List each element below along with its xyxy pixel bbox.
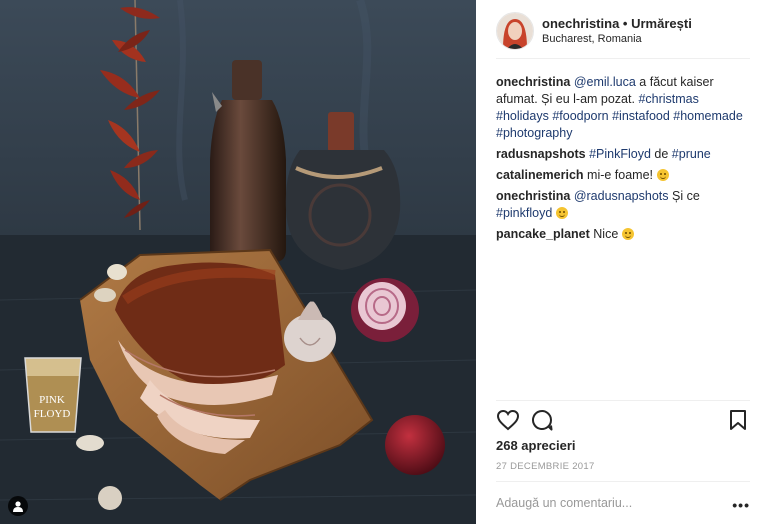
mention-link[interactable]: @emil.luca <box>574 75 636 89</box>
save-button[interactable] <box>726 408 750 432</box>
add-comment-input[interactable]: Adaugă un comentariu... <box>496 496 632 510</box>
action-bar <box>496 408 750 434</box>
hashtag-link[interactable]: #photography <box>496 126 572 140</box>
comment-item: onechristina @radusnapshots Și ce #pinkf… <box>496 188 750 222</box>
hashtag-link[interactable]: #holidays <box>496 109 549 123</box>
separator-dot: • <box>622 16 628 31</box>
hashtag-link[interactable]: #prune <box>672 147 711 161</box>
username-link[interactable]: onechristina <box>542 16 619 31</box>
avatar[interactable] <box>496 12 534 50</box>
hashtag-link[interactable]: #pinkfloyd <box>496 206 552 220</box>
hungry-face-emoji <box>656 169 669 181</box>
comment-button[interactable] <box>530 408 554 432</box>
avatar-image <box>497 13 533 49</box>
hashtag-link[interactable]: #PinkFloyd <box>589 147 651 161</box>
hashtag-link[interactable]: #instafood <box>612 109 670 123</box>
post-side-panel: onechristina • Urmărești Bucharest, Roma… <box>476 0 768 524</box>
bookmark-icon <box>730 410 746 430</box>
like-button[interactable] <box>496 408 520 432</box>
comment-item: catalinemerich mi-e foame! <box>496 167 750 184</box>
hashtag-link[interactable]: #foodporn <box>552 109 608 123</box>
comment-username[interactable]: radusnapshots <box>496 147 586 161</box>
wink-face-emoji <box>621 228 634 240</box>
divider <box>496 400 750 401</box>
user-tag-icon <box>13 501 23 512</box>
post-photo[interactable]: PINK FLOYD <box>0 0 476 524</box>
likes-count[interactable]: 268 aprecieri <box>496 438 576 453</box>
comment-text: mi-e foame! <box>587 168 657 182</box>
comment-username[interactable]: onechristina <box>496 75 570 89</box>
grin-face-emoji <box>555 207 568 219</box>
comment-item: radusnapshots #PinkFloyd de #prune <box>496 146 750 163</box>
comment-username[interactable]: onechristina <box>496 189 570 203</box>
comment-item: pancake_planet Nice <box>496 226 750 243</box>
hashtag-link[interactable]: #homemade <box>673 109 743 123</box>
red-onion-whole <box>385 415 445 475</box>
shot-glass: PINK FLOYD <box>24 357 82 433</box>
glass-label-line1: PINK <box>39 394 65 406</box>
comment-text: Nice <box>593 227 622 241</box>
user-tag-button[interactable] <box>8 496 28 516</box>
heart-icon <box>496 409 520 431</box>
post-date: 27 DECEMBRIE 2017 <box>496 461 595 472</box>
mention-link[interactable]: @radusnapshots <box>574 189 669 203</box>
post-header: onechristina • Urmărești Bucharest, Roma… <box>496 12 750 59</box>
comment-username[interactable]: catalinemerich <box>496 168 584 182</box>
comment-text: de <box>650 147 672 161</box>
more-options-button[interactable]: ••• <box>732 497 750 513</box>
comment-text: Și ce <box>668 189 700 203</box>
comments-list: onechristina @emil.luca a făcut kaiser a… <box>496 74 750 247</box>
comment-item: onechristina @emil.luca a făcut kaiser a… <box>496 74 750 142</box>
hashtag-link[interactable]: #christmas <box>638 92 698 106</box>
comment-username[interactable]: pancake_planet <box>496 227 590 241</box>
location-link[interactable]: Bucharest, Romania <box>542 33 642 45</box>
divider <box>496 481 750 482</box>
food-photo-illustration: PINK FLOYD <box>0 0 476 524</box>
red-onion-half <box>351 278 419 342</box>
following-button[interactable]: Urmărești <box>631 16 692 31</box>
header-line: onechristina • Urmărești <box>542 16 692 31</box>
comment-icon <box>532 410 553 431</box>
glass-label-line2: FLOYD <box>34 408 71 420</box>
